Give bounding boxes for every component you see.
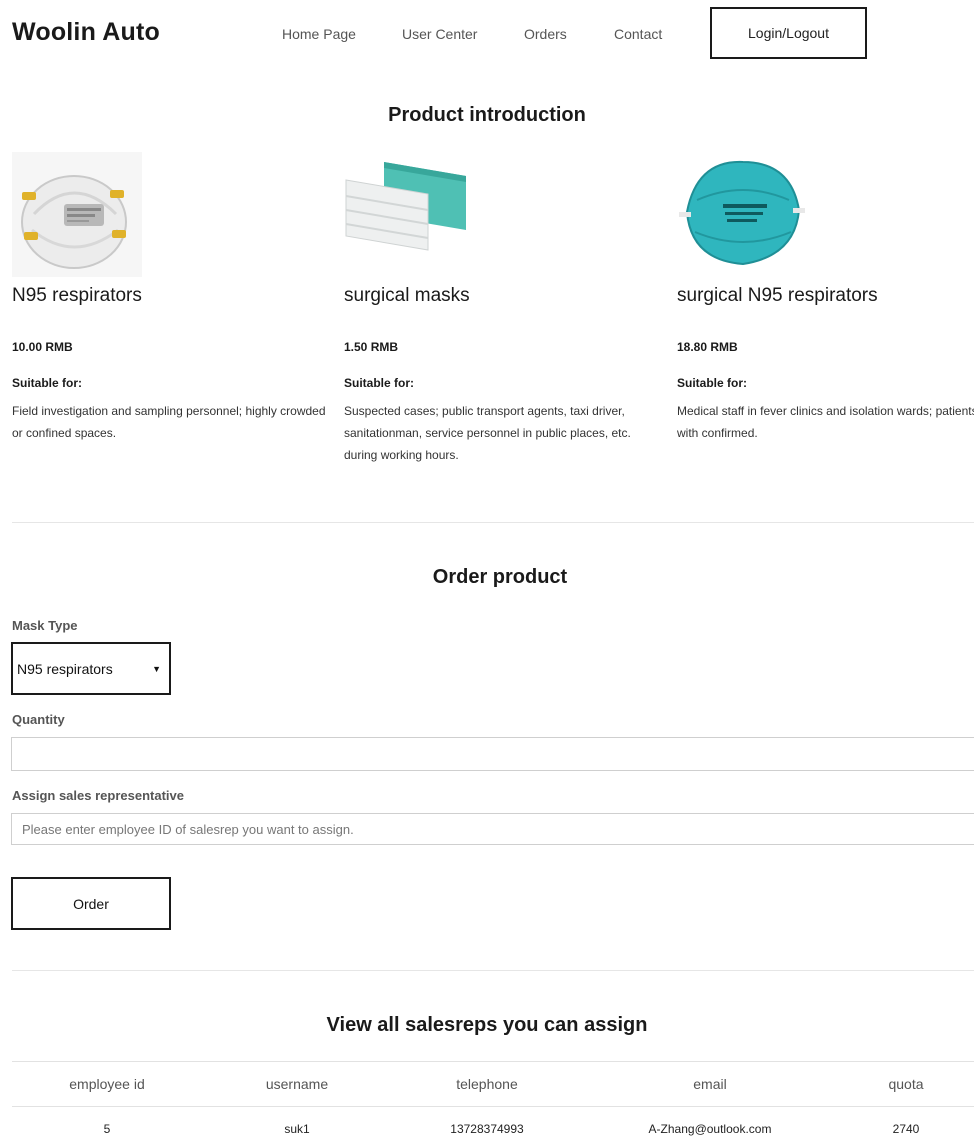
product-description: Field investigation and sampling personn… (12, 404, 326, 440)
surgical-mask-image (344, 152, 474, 277)
quantity-input[interactable] (11, 737, 974, 771)
caret-down-icon: ▼ (152, 664, 161, 674)
brand-logo[interactable]: Woolin Auto (12, 18, 160, 47)
section-divider (12, 522, 974, 523)
quantity-label: Quantity (12, 712, 65, 727)
product-card: N95 respirators 10.00 RMB Suitable for: … (12, 152, 332, 440)
nav-orders[interactable]: Orders (524, 26, 567, 42)
mask-type-select[interactable]: N95 respirators ▼ (11, 642, 171, 695)
table-row[interactable]: 5 suk1 13728374993 A-Zhang@outlook.com 2… (12, 1106, 974, 1136)
cell-email: A-Zhang@outlook.com (648, 1122, 772, 1136)
product-name: surgical N95 respirators (677, 285, 878, 306)
order-button[interactable]: Order (11, 877, 171, 930)
order-product-title: Order product (432, 566, 568, 588)
column-header-employee-id: employee id (69, 1076, 145, 1092)
column-header-telephone: telephone (456, 1076, 518, 1092)
product-suitable-label: Suitable for: (12, 376, 83, 390)
salesrep-label: Assign sales representative (12, 788, 184, 803)
product-card: surgical masks 1.50 RMB Suitable for: Su… (344, 152, 664, 462)
cell-employee-id: 5 (103, 1122, 111, 1136)
mask-type-selected-value: N95 respirators (17, 660, 113, 677)
product-price: 1.50 RMB (344, 340, 399, 354)
product-description: Medical staff in fever clinics and isola… (677, 404, 974, 440)
page: Woolin Auto Home Page User Center Orders… (0, 0, 974, 1136)
cell-username: suk1 (284, 1122, 310, 1136)
product-intro-title: Product introduction (388, 104, 586, 126)
product-card: surgical N95 respirators 18.80 RMB Suita… (677, 152, 974, 440)
salesreps-title: View all salesreps you can assign (326, 1014, 648, 1036)
cell-telephone: 13728374993 (450, 1122, 524, 1136)
product-name: surgical masks (344, 285, 470, 306)
column-header-email: email (693, 1076, 727, 1092)
table-header-row: employee id username telephone email quo… (12, 1061, 974, 1106)
column-header-username: username (265, 1076, 329, 1092)
column-header-quota: quota (888, 1076, 924, 1092)
cell-quota: 2740 (892, 1122, 920, 1136)
salesreps-table: employee id username telephone email quo… (12, 1061, 974, 1136)
nav-user-center[interactable]: User Center (402, 26, 477, 42)
product-suitable-label: Suitable for: (677, 376, 748, 390)
section-divider (12, 970, 974, 971)
n95-respirator-image (12, 152, 142, 277)
login-logout-button[interactable]: Login/Logout (710, 7, 867, 59)
nav-home-page[interactable]: Home Page (282, 26, 356, 42)
product-description: Suspected cases; public transport agents… (344, 404, 631, 462)
nav-contact[interactable]: Contact (614, 26, 662, 42)
product-price: 10.00 RMB (12, 340, 73, 354)
mask-type-label: Mask Type (12, 618, 78, 633)
product-suitable-label: Suitable for: (344, 376, 415, 390)
product-price: 18.80 RMB (677, 340, 738, 354)
product-name: N95 respirators (12, 285, 142, 306)
salesrep-id-input[interactable]: Please enter employee ID of salesrep you… (11, 813, 974, 845)
surgical-n95-respirator-image (677, 152, 807, 277)
